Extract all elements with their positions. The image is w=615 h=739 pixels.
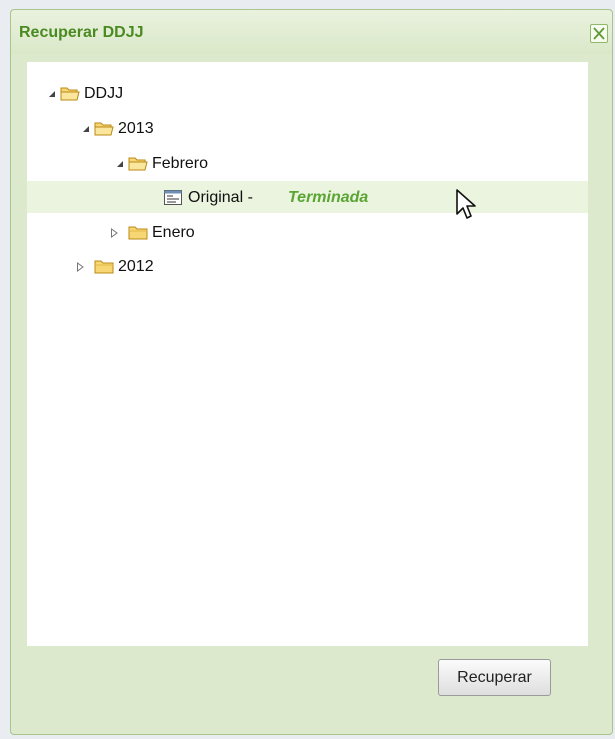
tree-node-ddjj-label[interactable]: DDJJ bbox=[84, 85, 123, 103]
folder-icon bbox=[128, 226, 148, 240]
ddjj-tree: DDJJ 2013 Febrero Original - Terminada E… bbox=[27, 62, 588, 646]
dialog-titlebar: Recuperar DDJJ bbox=[11, 10, 612, 54]
folder-open-icon bbox=[128, 157, 148, 171]
dialog-title: Recuperar DDJJ bbox=[19, 24, 144, 41]
recuperar-button[interactable]: Recuperar bbox=[438, 659, 551, 696]
document-icon bbox=[164, 190, 182, 205]
tree-node-2013[interactable]: 2013 bbox=[27, 112, 588, 144]
expanded-arrow-icon[interactable] bbox=[47, 89, 57, 99]
folder-open-icon bbox=[94, 122, 114, 136]
tree-node-enero-label[interactable]: Enero bbox=[152, 224, 195, 242]
tree-node-2013-label[interactable]: 2013 bbox=[118, 120, 154, 138]
close-icon bbox=[593, 27, 605, 40]
folder-icon bbox=[94, 260, 114, 274]
tree-node-febrero[interactable]: Febrero bbox=[27, 147, 588, 179]
collapsed-arrow-icon[interactable] bbox=[75, 262, 85, 272]
tree-node-original-label[interactable]: Original - bbox=[188, 189, 253, 207]
tree-node-enero[interactable]: Enero bbox=[27, 216, 588, 248]
tree-node-original[interactable]: Original - Terminada bbox=[27, 181, 588, 213]
expanded-arrow-icon[interactable] bbox=[115, 159, 125, 169]
tree-node-ddjj[interactable]: DDJJ bbox=[27, 77, 588, 109]
folder-open-icon bbox=[60, 87, 80, 101]
mouse-pointer-icon bbox=[456, 189, 476, 219]
close-button[interactable] bbox=[590, 24, 608, 43]
expanded-arrow-icon[interactable] bbox=[81, 124, 91, 134]
status-terminada: Terminada bbox=[288, 189, 369, 206]
tree-node-febrero-label[interactable]: Febrero bbox=[152, 155, 208, 173]
tree-node-2012[interactable]: 2012 bbox=[27, 250, 588, 282]
tree-node-2012-label[interactable]: 2012 bbox=[118, 258, 154, 276]
collapsed-arrow-icon[interactable] bbox=[109, 228, 119, 238]
